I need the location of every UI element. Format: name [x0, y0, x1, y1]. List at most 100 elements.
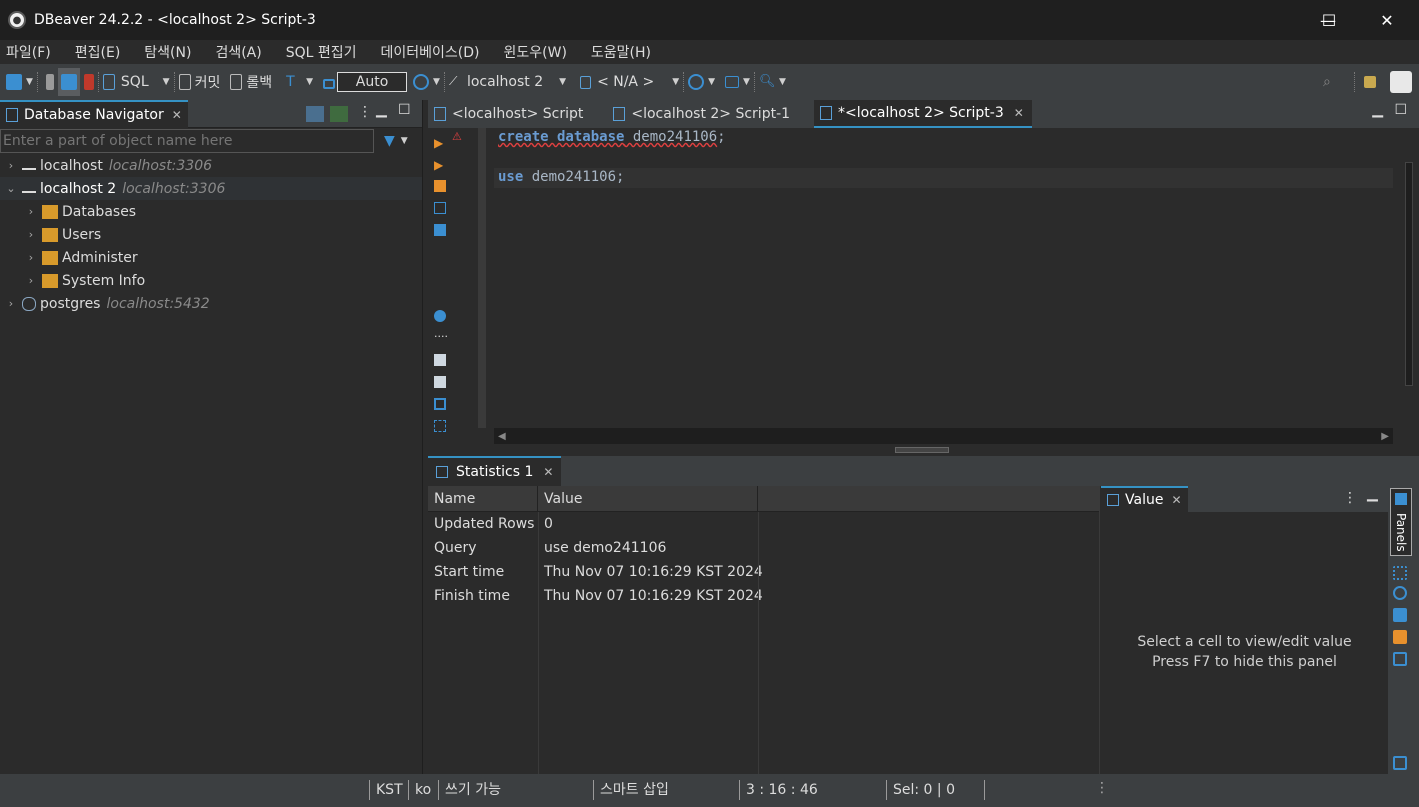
metadata-panel-icon[interactable] — [1393, 566, 1407, 580]
menu-window[interactable]: 윈도우(W) — [498, 42, 573, 62]
dashboard-button[interactable]: ▼ — [688, 68, 715, 96]
column-header-name[interactable]: Name — [428, 486, 538, 512]
scrollbar-thumb[interactable] — [1405, 162, 1413, 386]
tree-node-users[interactable]: › Users — [0, 223, 422, 246]
disconnect-button[interactable] — [83, 68, 94, 96]
scroll-left-icon[interactable]: ◀ — [498, 431, 506, 442]
tab-database-navigator[interactable]: Database Navigator ✕ — [0, 99, 188, 128]
transaction-log-button[interactable]: ▼ — [413, 68, 440, 96]
filter-icon[interactable]: ▼ — [384, 133, 395, 149]
tree-node-connection[interactable]: › localhost localhost:3306 — [0, 154, 422, 177]
horizontal-scrollbar[interactable]: ◀ ▶ — [494, 428, 1393, 444]
chevron-down-icon[interactable]: ▼ — [672, 77, 679, 87]
panels-toggle[interactable]: Panels — [1390, 488, 1412, 556]
tree-node-system-info[interactable]: › System Info — [0, 269, 422, 292]
chevron-right-icon[interactable]: › — [24, 205, 38, 218]
sql-editor[interactable]: ▶ ⚠ ▶ ···· create database demo241106; u… — [428, 128, 1419, 454]
erd-button[interactable]: ▼ — [725, 68, 750, 96]
code-line[interactable] — [494, 148, 1393, 168]
tab-statistics-1[interactable]: Statistics 1 ✕ — [428, 456, 562, 486]
explain-plan-icon[interactable] — [434, 310, 446, 322]
aggregate-panel-icon[interactable] — [1393, 586, 1407, 600]
new-connection-button[interactable]: ▼ — [6, 68, 33, 96]
cell-value[interactable]: 0 — [538, 512, 758, 536]
cell-value[interactable]: Thu Nov 07 10:16:29 KST 2024 — [538, 560, 763, 584]
chevron-down-icon[interactable]: ▼ — [708, 77, 715, 87]
chevron-down-icon[interactable]: ▼ — [559, 77, 566, 87]
object-filter-input[interactable] — [0, 129, 374, 153]
code-line[interactable]: use demo241106; — [494, 168, 1393, 188]
menu-search[interactable]: 검색(A) — [209, 42, 267, 62]
chevron-down-icon[interactable]: ▼ — [779, 77, 786, 87]
table-row[interactable]: Start time Thu Nov 07 10:16:29 KST 2024 — [428, 560, 1099, 584]
load-script-icon[interactable] — [434, 354, 446, 366]
tab-value[interactable]: Value ✕ — [1101, 486, 1188, 512]
chevron-down-icon[interactable]: ▼ — [433, 77, 440, 87]
chevron-down-icon[interactable]: ▼ — [26, 77, 33, 87]
find-button[interactable]: 🔍︎ ▼ — [759, 68, 786, 96]
chevron-down-icon[interactable]: ▼ — [743, 77, 750, 87]
close-window-button[interactable]: ✕ — [1360, 0, 1414, 40]
execute-script-icon[interactable] — [434, 180, 446, 192]
transaction-mode-field[interactable]: Auto — [337, 72, 408, 92]
maximize-icon[interactable]: ☐ — [1394, 102, 1407, 118]
chevron-right-icon[interactable]: › — [24, 228, 38, 241]
rollback-button[interactable]: 롤백 — [230, 68, 272, 96]
view-menu-icon[interactable]: ⋮ — [358, 104, 372, 120]
value-panel-icon[interactable] — [1393, 652, 1407, 666]
cell-name[interactable]: Finish time — [428, 584, 538, 608]
tree-node-administer[interactable]: › Administer — [0, 246, 422, 269]
column-header-value[interactable]: Value — [538, 486, 758, 512]
table-row[interactable]: Query use demo241106 — [428, 536, 1099, 560]
menu-sql-editor[interactable]: SQL 편집기 — [280, 42, 363, 62]
link-with-editor-icon[interactable] — [330, 106, 348, 122]
chevron-down-icon[interactable]: ▼ — [401, 136, 408, 146]
active-schema-selector[interactable]: < N/A > ▼ — [580, 68, 679, 96]
code-area[interactable]: create database demo241106; use demo2411… — [494, 128, 1393, 428]
tree-node-connection[interactable]: ⌄ localhost 2 localhost:3306 — [0, 177, 422, 200]
tab-script-1[interactable]: <localhost 2> Script-1 — [607, 100, 798, 128]
outline-icon[interactable] — [434, 420, 446, 432]
execute-script-new-tabs-icon[interactable] — [434, 202, 446, 214]
minimize-icon[interactable]: ▁ — [376, 102, 387, 118]
results-splitter-handle[interactable] — [895, 447, 949, 453]
open-console-icon[interactable] — [434, 224, 446, 236]
table-row[interactable]: Updated Rows 0 — [428, 512, 1099, 536]
active-datasource-selector[interactable]: ⟋ localhost 2 ▼ — [449, 68, 566, 96]
chevron-right-icon[interactable]: › — [4, 159, 18, 172]
close-icon[interactable]: ✕ — [172, 108, 182, 122]
cell-value[interactable]: Thu Nov 07 10:16:29 KST 2024 — [538, 584, 763, 608]
tab-script[interactable]: <localhost> Script — [428, 100, 591, 128]
chevron-right-icon[interactable]: › — [4, 297, 18, 310]
minimize-icon[interactable]: ▁ — [1372, 102, 1383, 118]
cell-name[interactable]: Updated Rows — [428, 512, 538, 536]
status-menu-icon[interactable]: ⋮ — [1095, 780, 1109, 796]
chevron-right-icon[interactable]: › — [24, 251, 38, 264]
more-icon[interactable]: ···· — [434, 330, 448, 343]
global-search-button[interactable]: ⌕ — [1323, 68, 1339, 96]
menu-file[interactable]: 파일(F) — [0, 42, 57, 62]
maximize-icon[interactable]: ☐ — [398, 102, 411, 118]
tree-node-databases[interactable]: › Databases — [0, 200, 422, 223]
scroll-right-icon[interactable]: ▶ — [1381, 431, 1389, 442]
record-mode-icon[interactable] — [1393, 756, 1407, 770]
connect-button[interactable] — [42, 68, 58, 96]
commit-button[interactable]: 커밋 — [178, 68, 220, 96]
tree-node-connection[interactable]: › postgres localhost:5432 — [0, 292, 422, 315]
code-line[interactable]: create database demo241106; — [494, 128, 1393, 148]
execute-statement-new-tab-icon[interactable]: ▶ — [434, 158, 446, 172]
close-icon[interactable]: ✕ — [543, 465, 553, 479]
transaction-mode-button[interactable]: T ▼ — [286, 68, 313, 96]
chevron-down-icon[interactable]: ▼ — [306, 77, 313, 87]
vertical-scrollbar[interactable] — [1397, 132, 1419, 428]
chevron-down-icon[interactable]: ▼ — [163, 77, 170, 87]
sql-editor-button[interactable]: SQL ▼ — [102, 68, 170, 96]
dbeaver-perspective-button[interactable] — [1390, 68, 1412, 96]
close-icon[interactable]: ✕ — [1014, 106, 1024, 120]
table-row[interactable]: Finish time Thu Nov 07 10:16:29 KST 2024 — [428, 584, 1099, 608]
menu-navigate[interactable]: 탐색(N) — [138, 42, 197, 62]
chart-panel-icon[interactable] — [1393, 630, 1407, 644]
close-icon[interactable]: ✕ — [1171, 493, 1181, 507]
chevron-right-icon[interactable]: › — [24, 274, 38, 287]
menu-database[interactable]: 데이터베이스(D) — [375, 42, 486, 62]
